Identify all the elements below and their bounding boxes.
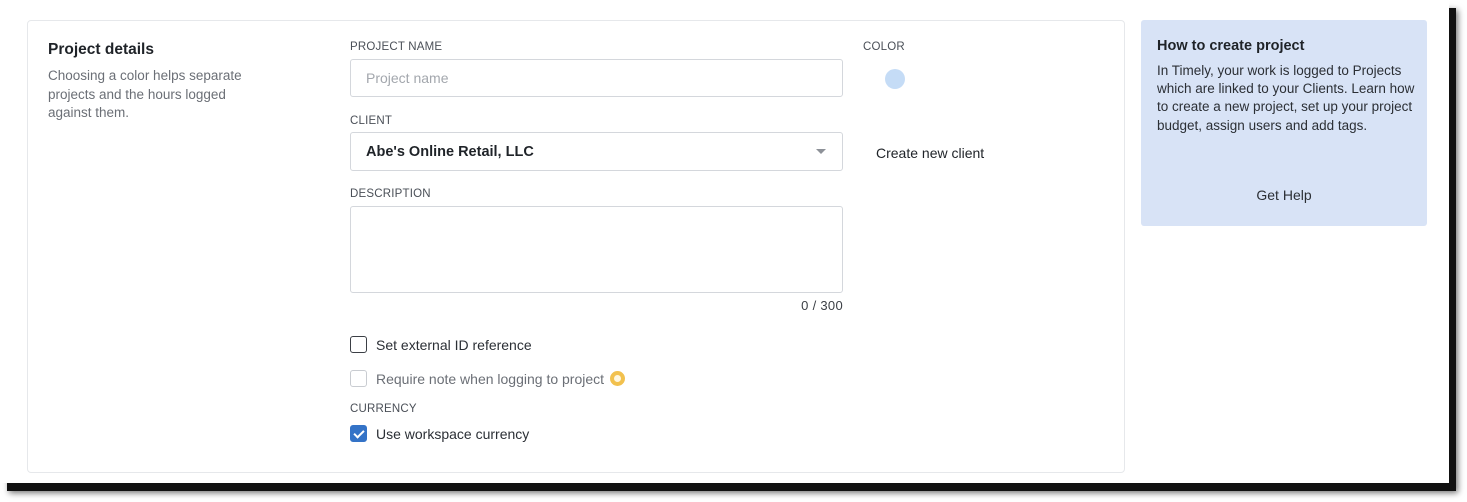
chevron-down-icon [816,149,826,154]
client-selected-value: Abe's Online Retail, LLC [366,143,534,160]
color-picker-swatch[interactable] [885,69,905,89]
require-note-label: Require note when logging to project [376,370,605,387]
premium-star-icon [610,371,626,386]
require-note-checkbox[interactable] [350,370,367,387]
create-new-client-link[interactable]: Create new client [876,145,984,161]
workspace-currency-label: Use workspace currency [376,425,530,442]
description-label: DESCRIPTION [350,188,431,200]
description-textarea[interactable] [350,206,843,293]
require-note-option[interactable]: Require note when logging to project [350,370,626,387]
project-name-label: PROJECT NAME [350,41,443,53]
help-title: How to create project [1157,38,1305,54]
section-title: Project details [48,41,154,58]
description-char-counter: 0 / 300 [801,298,843,313]
client-label: CLIENT [350,115,393,127]
section-description: Choosing a color helps separate projects… [48,68,242,120]
workspace-currency-option[interactable]: Use workspace currency [350,425,529,442]
currency-label: CURRENCY [350,403,417,415]
external-id-label: Set external ID reference [376,336,532,353]
help-panel: How to create project In Timely, your wo… [1141,20,1427,226]
external-id-checkbox[interactable] [350,336,367,353]
external-id-option[interactable]: Set external ID reference [350,336,532,353]
get-help-link[interactable]: Get Help [1141,187,1427,203]
color-label: COLOR [863,41,905,53]
client-select[interactable]: Abe's Online Retail, LLC [350,132,843,171]
workspace-currency-checkbox[interactable] [350,425,367,442]
window-frame: Project details Choosing a color helps s… [0,0,1449,483]
project-name-input[interactable] [350,59,843,97]
project-details-card: Project details Choosing a color helps s… [27,20,1125,473]
help-body: In Timely, your work is logged to Projec… [1157,63,1415,133]
